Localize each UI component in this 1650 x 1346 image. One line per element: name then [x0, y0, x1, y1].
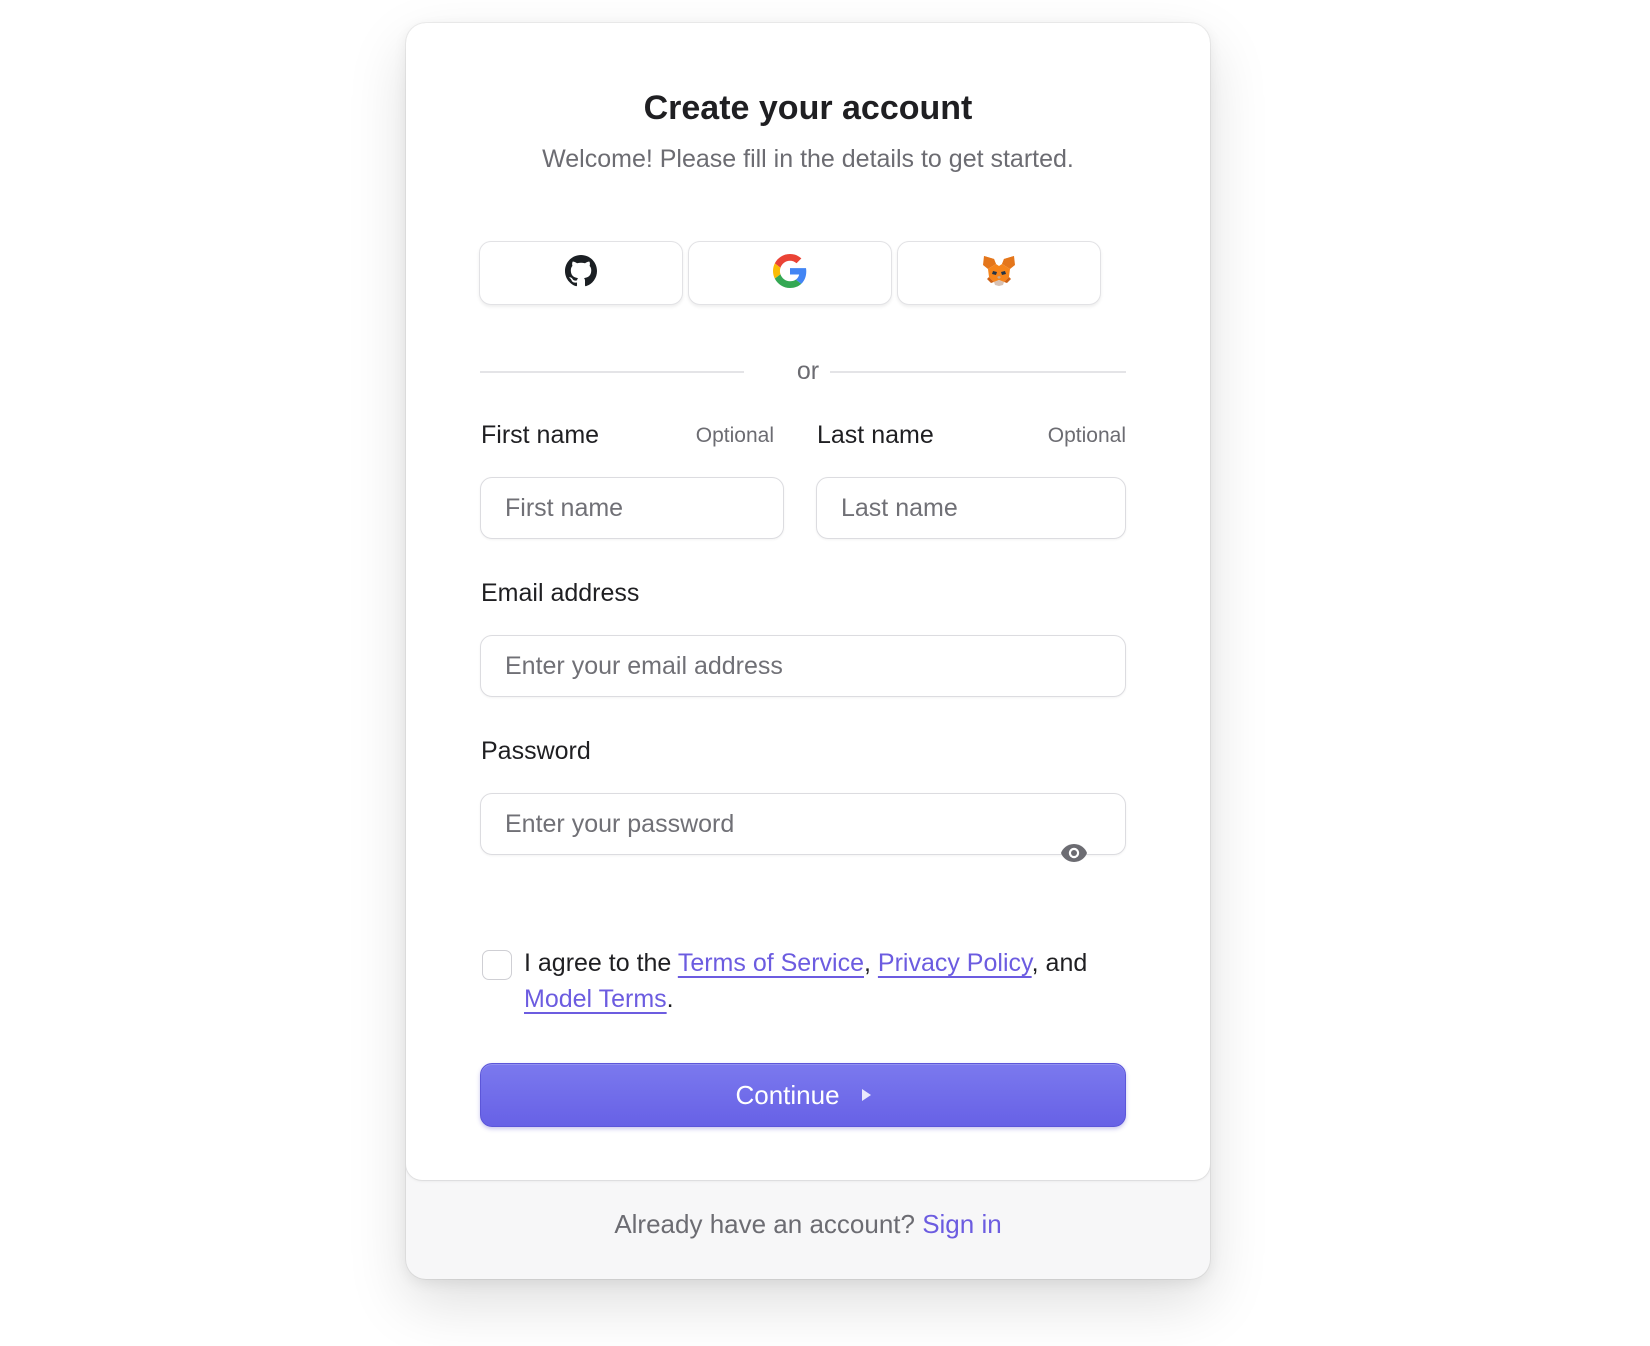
github-icon	[565, 254, 597, 292]
last-name-label: Last name	[817, 421, 934, 449]
sign-in-link[interactable]: Sign in	[922, 1209, 1002, 1239]
signup-form-panel: Create your account Welcome! Please fill…	[406, 23, 1210, 1180]
terms-checkbox[interactable]	[482, 950, 512, 980]
agreement-separator: ,	[864, 949, 878, 977]
signin-footer: Already have an account? Sign in	[406, 1209, 1210, 1240]
google-signin-button[interactable]	[688, 241, 892, 305]
privacy-policy-link[interactable]: Privacy Policy	[878, 949, 1032, 977]
agreement-period: .	[666, 985, 674, 1013]
email-input[interactable]	[480, 635, 1126, 697]
last-name-optional: Optional	[1047, 424, 1126, 447]
google-icon	[773, 253, 807, 293]
footer-prompt: Already have an account?	[614, 1209, 923, 1239]
first-name-input[interactable]	[480, 477, 784, 539]
eye-icon[interactable]	[1060, 843, 1088, 863]
divider-line-right	[830, 371, 1126, 373]
page-subtitle: Welcome! Please fill in the details to g…	[542, 145, 1074, 173]
password-input[interactable]	[480, 793, 1126, 855]
terms-of-service-link[interactable]: Terms of Service	[678, 949, 864, 977]
password-label: Password	[481, 737, 591, 765]
first-name-optional: Optional	[695, 424, 774, 447]
continue-button[interactable]: Continue	[480, 1063, 1126, 1127]
email-label: Email address	[481, 579, 640, 607]
play-arrow-icon	[861, 1089, 871, 1101]
agreement-separator-and: , and	[1031, 949, 1088, 977]
page-title: Create your account	[643, 89, 973, 127]
terms-agreement-text: I agree to the Terms of Service, Privacy…	[524, 945, 1104, 1017]
metamask-signin-button[interactable]	[897, 241, 1101, 305]
last-name-input[interactable]	[816, 477, 1126, 539]
first-name-label: First name	[481, 421, 600, 449]
model-terms-link[interactable]: Model Terms	[524, 985, 667, 1013]
agreement-prefix: I agree to the	[524, 949, 678, 977]
metamask-fox-icon	[982, 255, 1016, 292]
divider-line-left	[480, 371, 744, 373]
github-signin-button[interactable]	[479, 241, 683, 305]
continue-label: Continue	[735, 1079, 840, 1110]
signup-card: Create your account Welcome! Please fill…	[406, 23, 1210, 1279]
